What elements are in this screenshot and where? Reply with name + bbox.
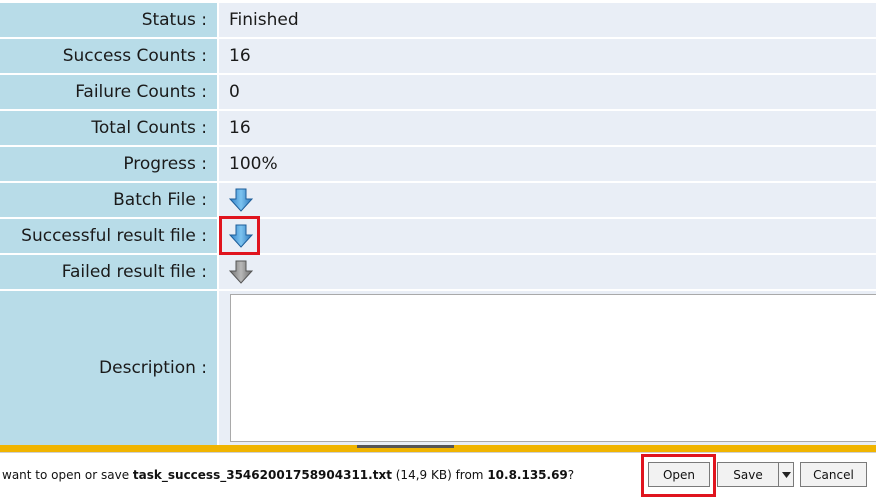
total-counts-value: 16 — [219, 111, 876, 145]
progress-value: 100% — [219, 147, 876, 181]
download-arrow-blue-icon[interactable] — [229, 188, 253, 212]
save-options-dropdown[interactable] — [778, 462, 794, 487]
failure-counts-value: 0 — [219, 75, 876, 109]
highlight-successful-result-download — [219, 216, 260, 255]
scrollbar-thumb[interactable] — [357, 445, 454, 448]
message-suffix: ? — [567, 468, 575, 482]
failed-result-file-cell — [219, 255, 876, 289]
cancel-button[interactable]: Cancel — [800, 462, 867, 487]
row-progress: Progress : 100% — [0, 147, 876, 181]
status-value: Finished — [219, 3, 876, 37]
failed-result-file-label: Failed result file : — [0, 255, 217, 289]
highlight-open-button — [641, 454, 716, 497]
row-failed-result-file: Failed result file : — [0, 255, 876, 289]
row-status: Status : Finished — [0, 3, 876, 37]
row-total-counts: Total Counts : 16 — [0, 111, 876, 145]
row-batch-file: Batch File : — [0, 183, 876, 217]
download-host: 10.8.135.69 — [487, 468, 568, 482]
row-failure-counts: Failure Counts : 0 — [0, 75, 876, 109]
success-counts-value: 16 — [219, 39, 876, 73]
download-arrow-gray-icon — [229, 260, 253, 284]
batch-file-cell — [219, 183, 876, 217]
description-label: Description : — [0, 291, 217, 445]
successful-result-file-cell — [219, 219, 876, 253]
download-message: want to open or save task_success_354620… — [2, 468, 574, 482]
download-notification-bar: want to open or save task_success_354620… — [0, 452, 876, 499]
message-prefix: want to open or save — [2, 468, 133, 482]
description-textarea[interactable] — [230, 294, 876, 442]
total-counts-label: Total Counts : — [0, 111, 217, 145]
save-button[interactable]: Save — [717, 462, 779, 487]
download-filename: task_success_35462001758904311.txt — [132, 468, 392, 482]
batch-file-label: Batch File : — [0, 183, 217, 217]
download-size: (14,9 KB) from — [391, 468, 488, 482]
progress-label: Progress : — [0, 147, 217, 181]
status-label: Status : — [0, 3, 217, 37]
successful-result-file-label: Successful result file : — [0, 219, 217, 253]
row-success-counts: Success Counts : 16 — [0, 39, 876, 73]
row-successful-result-file: Successful result file : — [0, 219, 876, 253]
success-counts-label: Success Counts : — [0, 39, 217, 73]
failure-counts-label: Failure Counts : — [0, 75, 217, 109]
chevron-down-icon — [781, 471, 791, 478]
